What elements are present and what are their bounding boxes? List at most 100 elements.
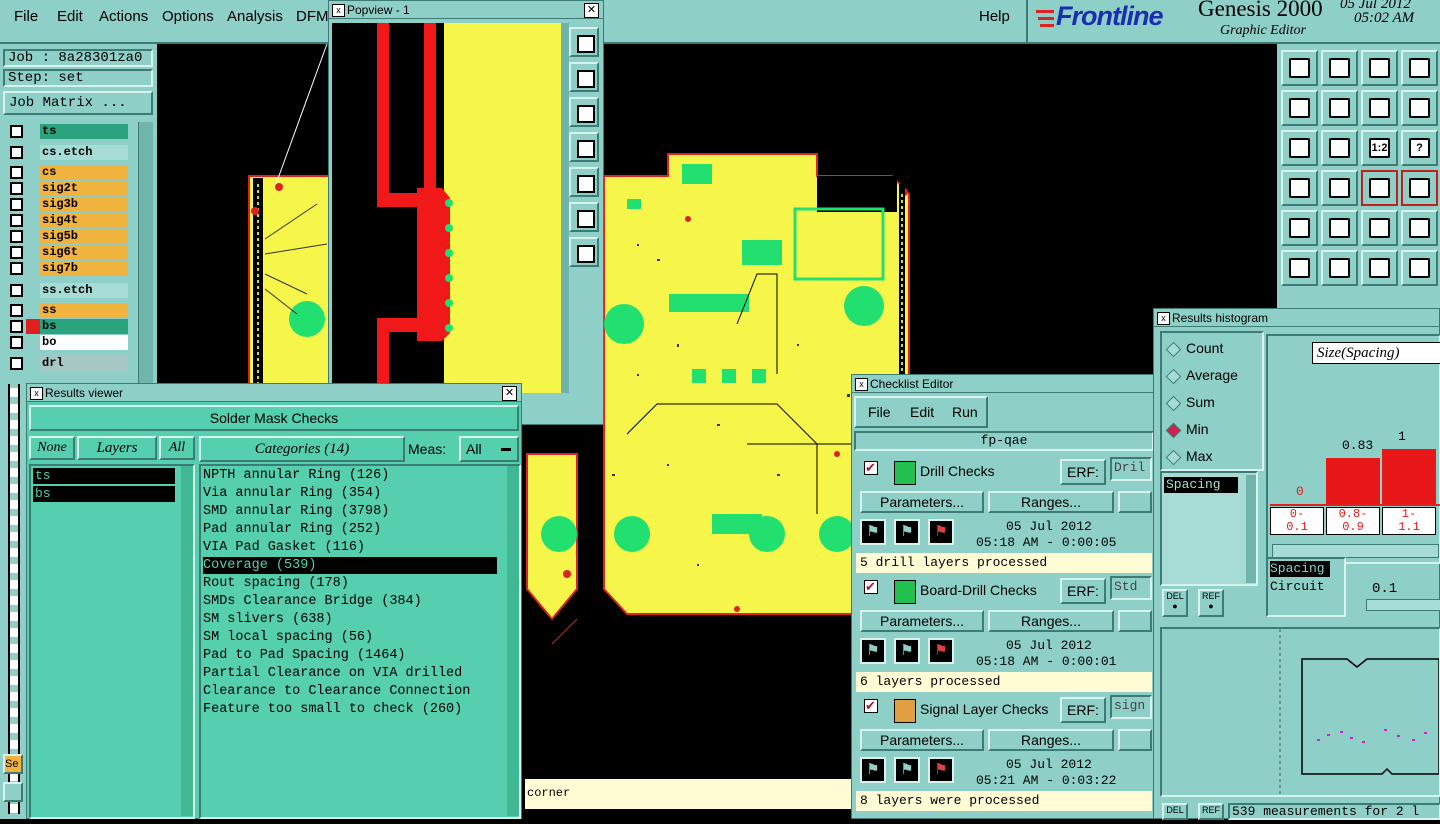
- result-layer-bs[interactable]: bs: [33, 486, 175, 502]
- layer-checkbox[interactable]: [10, 304, 23, 317]
- erf-button[interactable]: ERF:: [1060, 578, 1106, 604]
- layer-row-cs-etch[interactable]: cs.etch: [6, 145, 156, 160]
- layer-row-sig6t[interactable]: sig6t: [6, 245, 156, 260]
- layer-row-ss[interactable]: ss: [6, 303, 156, 318]
- layer-checkbox[interactable]: [10, 262, 23, 275]
- ranges-button[interactable]: Ranges...: [988, 610, 1114, 632]
- zoom-box-icon[interactable]: [1401, 50, 1438, 86]
- category-item[interactable]: Rout spacing (178): [203, 575, 497, 592]
- layer-color-swatch[interactable]: [26, 245, 40, 260]
- extra-button[interactable]: [1118, 610, 1152, 632]
- category-list-scrollbar[interactable]: [507, 466, 519, 816]
- category-item[interactable]: Partial Clearance on VIA drilled: [203, 665, 497, 682]
- layer-name[interactable]: sig6t: [40, 245, 128, 260]
- layer-color-swatch[interactable]: [26, 261, 40, 276]
- layers-icon[interactable]: [1361, 170, 1398, 206]
- category-item[interactable]: Clearance to Clearance Connection: [203, 683, 497, 700]
- layers-button[interactable]: Layers: [77, 436, 157, 460]
- home-icon[interactable]: [1361, 50, 1398, 86]
- results-viewer-close-icon[interactable]: ✕: [502, 386, 517, 401]
- erf-button[interactable]: ERF:: [1060, 459, 1106, 485]
- layer-row-ts[interactable]: ts: [6, 124, 156, 139]
- layer-name[interactable]: bs: [40, 319, 128, 334]
- layers-alt-icon[interactable]: [1401, 170, 1438, 206]
- net-icon[interactable]: [1361, 250, 1398, 286]
- layer-checkbox[interactable]: [10, 125, 23, 138]
- redraw-icon[interactable]: [1401, 90, 1438, 126]
- ref-button[interactable]: REF ●: [1198, 589, 1224, 617]
- corner-tool-icon[interactable]: [3, 782, 23, 802]
- job-matrix-button[interactable]: Job Matrix ...: [3, 91, 153, 115]
- layer-color-swatch[interactable]: [26, 124, 40, 139]
- detail-item-spacing[interactable]: Spacing: [1270, 561, 1330, 577]
- parameters-button[interactable]: Parameters...: [860, 729, 984, 751]
- extra-button[interactable]: [1118, 729, 1152, 751]
- menu-actions[interactable]: Actions: [99, 8, 148, 25]
- checklist-title-bar[interactable]: Checklist Editor: [852, 375, 1155, 393]
- layer-name[interactable]: cs: [40, 165, 128, 180]
- zoom-out-icon[interactable]: [569, 97, 599, 127]
- layer-color-swatch[interactable]: [26, 165, 40, 180]
- histogram-range-label[interactable]: 1- 1.1: [1382, 507, 1436, 535]
- category-item[interactable]: Feature too small to check (260): [203, 701, 497, 718]
- layer-name[interactable]: sig3b: [40, 197, 128, 212]
- layer-checkbox[interactable]: [10, 357, 23, 370]
- checklist-menu-edit[interactable]: Edit: [910, 404, 934, 420]
- result-layer-ts[interactable]: ts: [33, 468, 175, 484]
- swap-icon[interactable]: [1361, 90, 1398, 126]
- layer-row-ss-etch[interactable]: ss.etch: [6, 283, 156, 298]
- check-enable-checkbox[interactable]: ✔: [864, 461, 878, 475]
- category-item[interactable]: SM local spacing (56): [203, 629, 497, 646]
- pick-icon[interactable]: [1401, 250, 1438, 286]
- layer-color-swatch[interactable]: [26, 303, 40, 318]
- move-down-icon[interactable]: [1321, 50, 1358, 86]
- layer-name[interactable]: cs.etch: [40, 145, 128, 160]
- histogram-bar[interactable]: [1326, 458, 1380, 504]
- layer-name[interactable]: sig2t: [40, 181, 128, 196]
- detail-item-circuit[interactable]: Circuit: [1270, 579, 1336, 595]
- layer-color-swatch[interactable]: [26, 283, 40, 298]
- histogram-option-average[interactable]: Average: [1165, 367, 1258, 385]
- layer-row-drl[interactable]: drl: [6, 356, 156, 371]
- layer-row-sig3b[interactable]: sig3b: [6, 197, 156, 212]
- checklist-menu-run[interactable]: Run: [952, 404, 978, 420]
- layer-checkbox[interactable]: [10, 166, 23, 179]
- checklist-menu-file[interactable]: File: [868, 404, 891, 420]
- layer-name[interactable]: drl: [40, 356, 128, 371]
- layer-checkbox[interactable]: [10, 182, 23, 195]
- del-button-2[interactable]: DEL: [1162, 803, 1188, 820]
- run-check-icon[interactable]: ⚑: [860, 757, 886, 783]
- parameters-button[interactable]: Parameters...: [860, 610, 984, 632]
- results-viewer-title-bar[interactable]: Results viewer: [27, 384, 521, 402]
- zoom-fit-icon[interactable]: [569, 27, 599, 57]
- layer-row-cs[interactable]: cs: [6, 165, 156, 180]
- draw-line-icon[interactable]: [1321, 210, 1358, 246]
- layer-color-swatch[interactable]: [26, 335, 40, 350]
- zoom-area-icon[interactable]: [569, 202, 599, 232]
- zoom-in-icon[interactable]: [569, 62, 599, 92]
- category-item[interactable]: Pad annular Ring (252): [203, 521, 497, 538]
- layer-color-swatch[interactable]: [26, 319, 40, 334]
- layer-checkbox[interactable]: [10, 246, 23, 259]
- none-button[interactable]: None: [29, 436, 75, 460]
- popview-menu-icon[interactable]: x: [332, 4, 345, 17]
- pan-right-icon[interactable]: [569, 167, 599, 197]
- histogram-range-label[interactable]: 0.8- 0.9: [1326, 507, 1380, 535]
- home-up-icon[interactable]: [1281, 50, 1318, 86]
- category-item[interactable]: Coverage (539): [203, 557, 497, 574]
- menu-options[interactable]: Options: [162, 8, 214, 25]
- select-icon[interactable]: [1281, 210, 1318, 246]
- layer-name[interactable]: sig5b: [40, 229, 128, 244]
- popview-close-icon[interactable]: ✕: [584, 3, 599, 18]
- run-stop-icon[interactable]: ⚑: [928, 638, 954, 664]
- histogram-option-sum[interactable]: Sum: [1165, 394, 1258, 412]
- layer-row-bs[interactable]: bs: [6, 319, 156, 334]
- results-viewer-menu-icon[interactable]: x: [30, 387, 43, 400]
- category-item[interactable]: NPTH annular Ring (126): [203, 467, 497, 484]
- histogram-menu-icon[interactable]: x: [1157, 312, 1170, 325]
- center-icon[interactable]: [569, 237, 599, 267]
- center-icon[interactable]: [1321, 130, 1358, 166]
- layer-color-swatch[interactable]: [26, 356, 40, 371]
- menu-dfm[interactable]: DFM: [296, 8, 329, 25]
- all-button[interactable]: All: [159, 436, 195, 460]
